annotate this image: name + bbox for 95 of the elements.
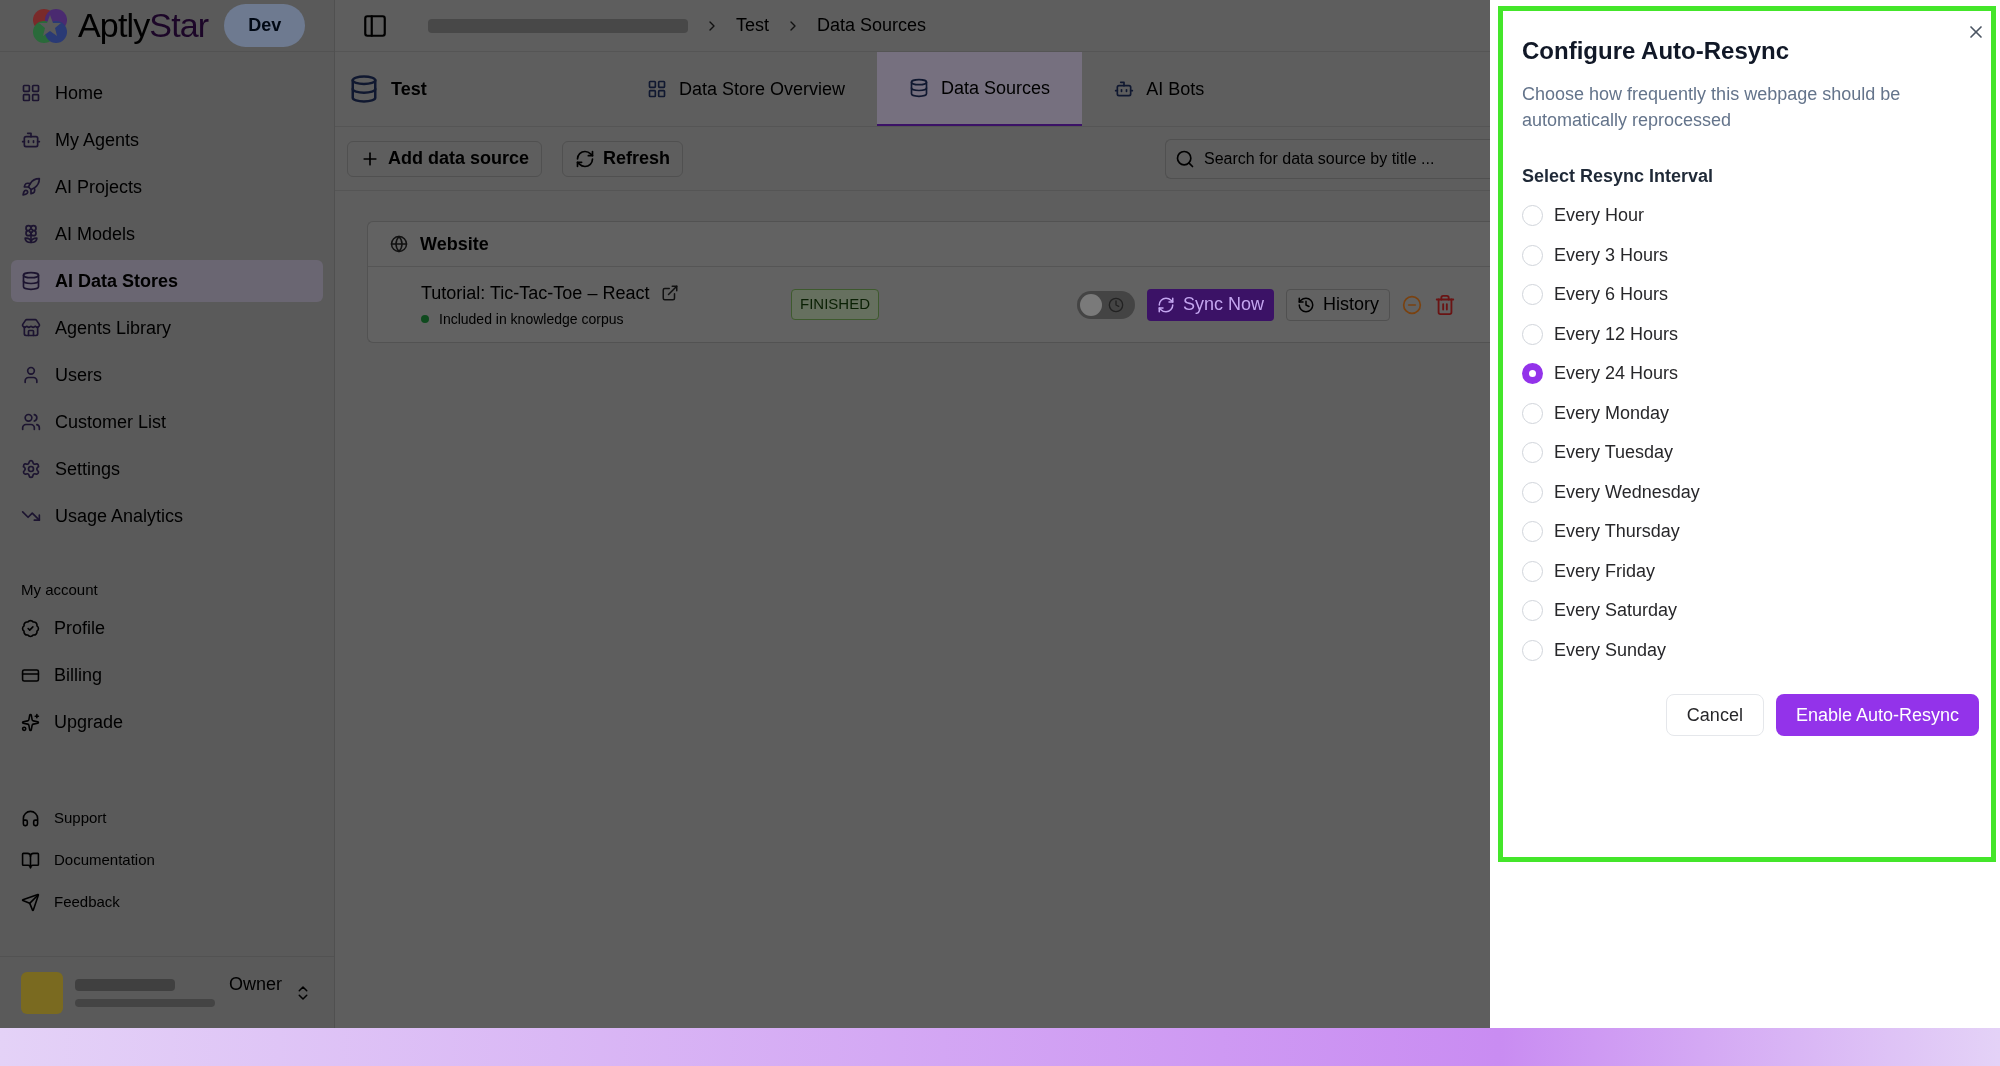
user-role: Owner: [229, 973, 282, 996]
sidebar-item[interactable]: AI Models: [11, 213, 323, 255]
search-icon: [1175, 148, 1195, 169]
flower-icon: [21, 224, 41, 244]
radio-option[interactable]: Every Monday: [1522, 399, 1979, 427]
trash-icon[interactable]: [1434, 293, 1456, 316]
storefront-icon: [21, 318, 41, 338]
headset-icon: [21, 809, 40, 828]
radio-option[interactable]: Every Wednesday: [1522, 478, 1979, 506]
toolbar-button[interactable]: Refresh: [562, 140, 684, 177]
toolbar-button[interactable]: Add data source: [347, 140, 543, 177]
clock-icon: [1107, 296, 1124, 313]
radio-option[interactable]: Every 24 Hours: [1522, 360, 1979, 388]
tab[interactable]: AI Bots: [1082, 52, 1237, 126]
sidebar-item[interactable]: AI Data Stores: [11, 260, 323, 302]
radio-button[interactable]: [1522, 481, 1543, 503]
history-button[interactable]: History: [1286, 288, 1390, 321]
sync-now-button[interactable]: Sync Now: [1146, 288, 1274, 321]
field-label: Select Resync Interval: [1522, 165, 1715, 188]
globe-icon: [390, 235, 408, 253]
radio-button[interactable]: [1522, 402, 1543, 424]
sidebar-item[interactable]: Billing: [11, 654, 323, 697]
external-link-icon[interactable]: [661, 284, 680, 302]
grid-icon: [647, 79, 667, 99]
section-heading: My account: [20, 580, 99, 600]
sidebar-item[interactable]: Feedback: [11, 883, 323, 922]
status-text: Included in knowledge corpus: [439, 309, 624, 329]
grid-icon: [21, 83, 41, 103]
data-store-name: Test: [391, 77, 427, 101]
sidebar-item[interactable]: Home: [11, 72, 323, 114]
sidebar-item[interactable]: Users: [11, 354, 323, 396]
radio-option[interactable]: Every 6 Hours: [1522, 281, 1979, 309]
sidebar-item[interactable]: Settings: [11, 448, 323, 490]
breadcrumb-link[interactable]: Test: [736, 12, 769, 39]
brand-name: AptlyStar: [78, 5, 209, 46]
radio-button[interactable]: [1522, 284, 1543, 306]
dialog-description: Choose how frequently this webpage should be automatically reprocessed: [1522, 83, 1902, 132]
sparkles-icon: [21, 713, 40, 732]
radio-button[interactable]: [1522, 639, 1543, 661]
auto-resync-toggle[interactable]: [1076, 290, 1135, 319]
status-badge: FINISHED: [791, 289, 879, 320]
radio-option[interactable]: Every Hour: [1522, 202, 1979, 230]
settings-icon: [21, 459, 41, 479]
refresh-icon: [1156, 295, 1175, 314]
search-field[interactable]: Search for data source by title ...: [1165, 138, 1490, 179]
history-icon: [1297, 295, 1315, 314]
user-icon: [21, 365, 41, 385]
sidebar-item[interactable]: AI Projects: [11, 166, 323, 208]
breadcrumb-link[interactable]: Data Sources: [817, 12, 927, 39]
radio-option[interactable]: Every 3 Hours: [1522, 241, 1979, 269]
tab[interactable]: Data Store Overview: [615, 52, 878, 126]
book-icon: [21, 851, 40, 870]
database-icon: [349, 74, 379, 104]
environment-badge: Dev: [224, 4, 306, 47]
robot-icon: [1114, 79, 1135, 99]
radio-option[interactable]: Every Tuesday: [1522, 439, 1979, 467]
users-icon: [21, 412, 41, 432]
credit-card-icon: [21, 666, 40, 685]
radio-button[interactable]: [1522, 442, 1543, 464]
radio-button[interactable]: [1522, 323, 1543, 345]
sidebar-item[interactable]: Profile: [11, 607, 323, 650]
radio-option[interactable]: Every Sunday: [1522, 636, 1979, 664]
radio-button[interactable]: [1522, 363, 1543, 385]
sidebar-item[interactable]: Usage Analytics: [11, 495, 323, 537]
radio-option[interactable]: Every Thursday: [1522, 518, 1979, 546]
section-title: Website: [420, 232, 489, 256]
refresh-icon: [575, 148, 596, 169]
sidebar-item[interactable]: Customer List: [11, 401, 323, 443]
send-icon: [21, 893, 40, 912]
tab[interactable]: Data Sources: [877, 52, 1083, 126]
radio-option[interactable]: Every 12 Hours: [1522, 320, 1979, 348]
sidebar-item[interactable]: Agents Library: [11, 307, 323, 349]
database-icon: [909, 78, 930, 98]
sidebar-item[interactable]: Documentation: [11, 841, 323, 880]
badge-check-icon: [21, 619, 40, 638]
radio-button[interactable]: [1522, 521, 1543, 543]
radio-button[interactable]: [1522, 600, 1543, 622]
avatar: [21, 971, 63, 1014]
radio-button[interactable]: [1522, 244, 1543, 266]
sidebar-item[interactable]: Upgrade: [11, 701, 323, 744]
cancel-button[interactable]: Cancel: [1665, 694, 1764, 736]
panel-toggle-icon[interactable]: [362, 12, 388, 39]
sidebar-item[interactable]: My Agents: [11, 119, 323, 161]
database-icon: [21, 271, 41, 291]
robot-icon: [21, 130, 41, 150]
source-title[interactable]: Tutorial: Tic-Tac-Toe – React: [421, 279, 650, 307]
radio-option[interactable]: Every Saturday: [1522, 597, 1979, 625]
minus-circle-icon[interactable]: [1402, 294, 1422, 315]
enable-button[interactable]: Enable Auto-Resync: [1775, 694, 1979, 736]
radio-button[interactable]: [1522, 205, 1543, 227]
radio-option[interactable]: Every Friday: [1522, 557, 1979, 585]
rocket-icon: [21, 177, 41, 197]
radio-button[interactable]: [1522, 560, 1543, 582]
dialog-title: Configure Auto-Resync: [1522, 36, 1791, 66]
sidebar-item[interactable]: Support: [11, 799, 323, 838]
